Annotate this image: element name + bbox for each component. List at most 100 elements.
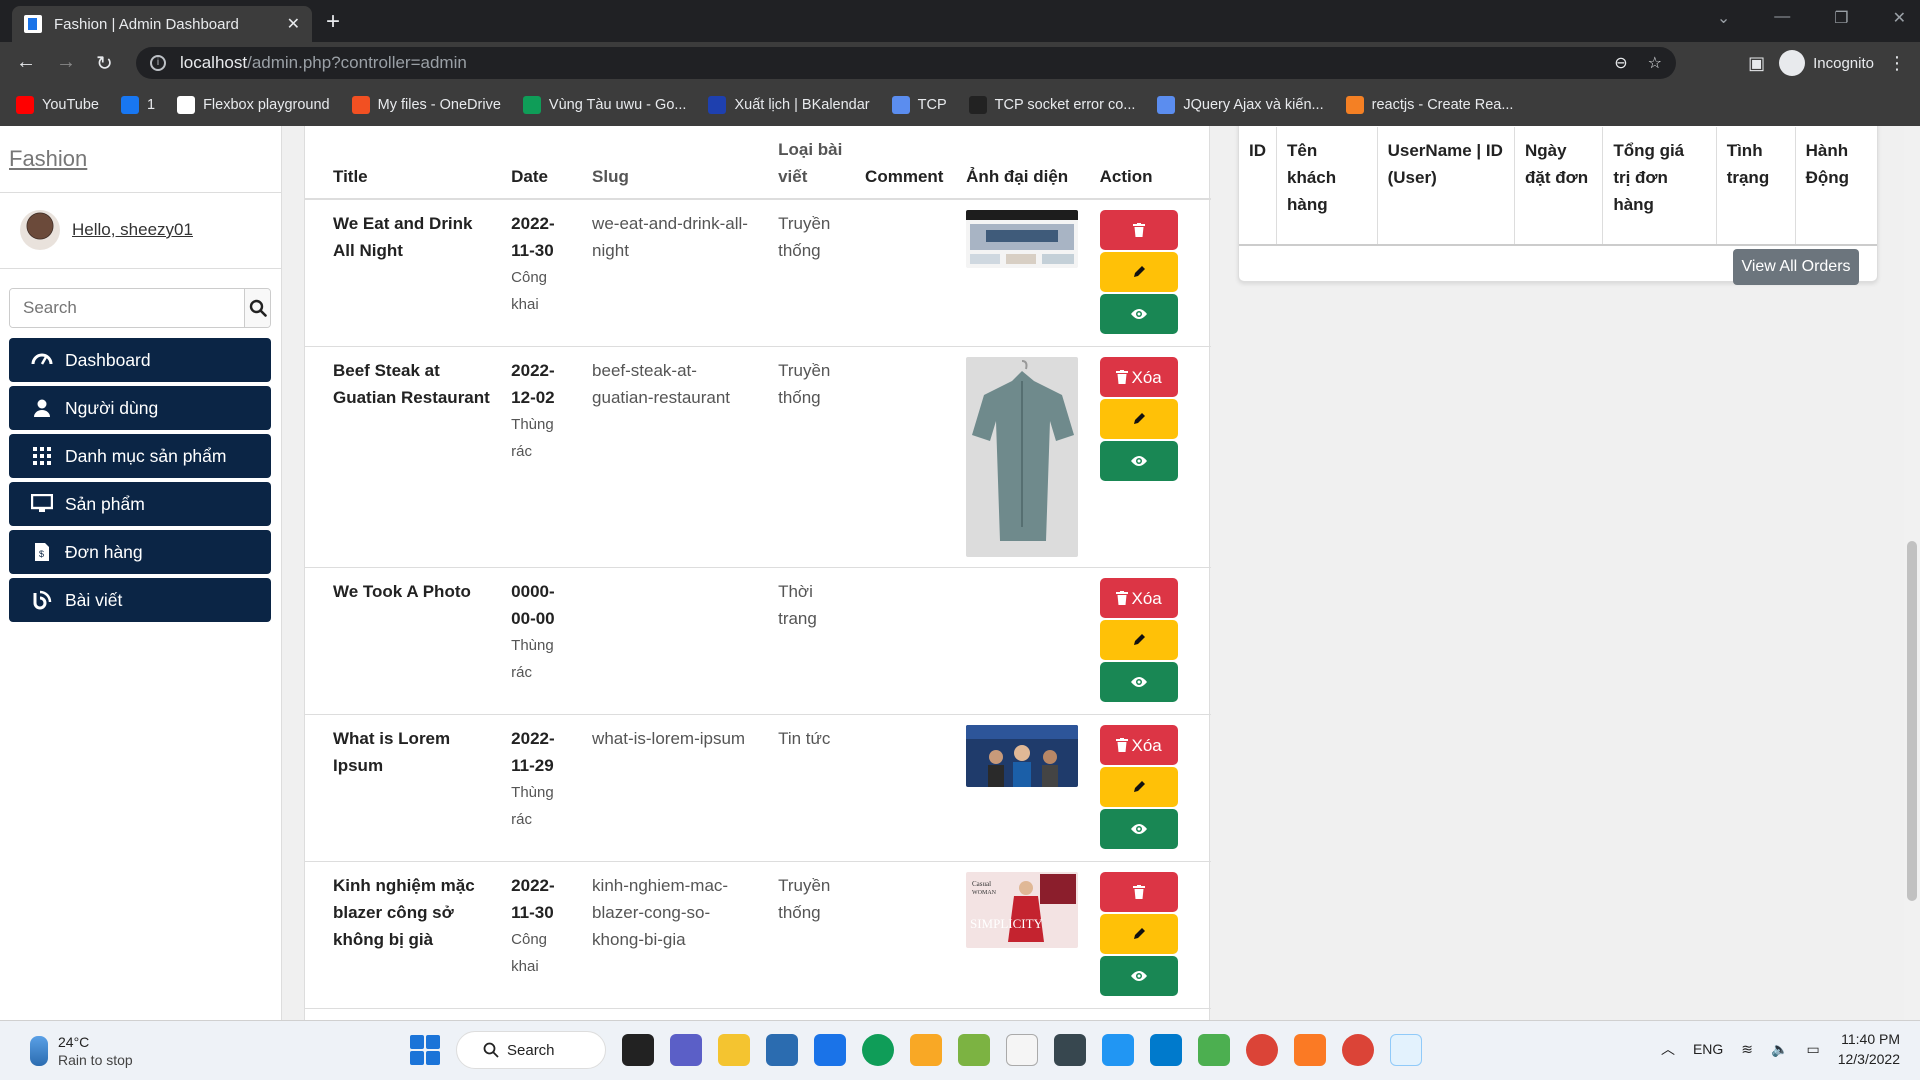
todo-icon[interactable] — [1102, 1034, 1134, 1066]
edge-icon[interactable] — [862, 1034, 894, 1066]
task-view-icon[interactable] — [622, 1034, 654, 1066]
start-icon[interactable] — [410, 1035, 440, 1065]
page-scrollbar[interactable] — [1904, 126, 1920, 1020]
bookmark-item[interactable]: Xuất lịch | BKalendar — [708, 96, 870, 114]
clock[interactable]: 11:40 PM 12/3/2022 — [1838, 1029, 1900, 1069]
monitor-icon — [31, 493, 53, 515]
delete-button[interactable] — [1099, 210, 1178, 250]
pencil-icon — [1133, 413, 1145, 424]
incognito-indicator[interactable]: Incognito — [1779, 50, 1874, 76]
delete-button[interactable]: Xóa — [1099, 578, 1178, 618]
posts-header-row: Title Date Slug Loại bài viết Comment Ản… — [305, 126, 1211, 200]
search-input[interactable] — [10, 289, 244, 327]
orders-header-row: ID Tên khách hàng UserName | ID (User) Ngày… — [1239, 127, 1877, 246]
edit-button[interactable] — [1099, 399, 1178, 439]
edit-button[interactable] — [1099, 620, 1178, 660]
edit-button[interactable] — [1099, 252, 1178, 292]
post-title[interactable]: Kinh nghiệm mặc blazer công sở không bị … — [305, 861, 502, 1009]
trash-icon — [1132, 885, 1145, 899]
volume-icon[interactable]: 🔈 — [1771, 1041, 1788, 1058]
restore-icon[interactable]: ❐ — [1834, 8, 1848, 28]
post-actions: Xóa — [1089, 714, 1211, 862]
view-button[interactable] — [1099, 662, 1178, 702]
bookmark-item[interactable]: Vùng Tàu uwu - Go... — [522, 96, 686, 114]
sidebar-item-san-pham[interactable]: Sản phẩm — [9, 482, 271, 526]
delete-button[interactable]: Xóa — [1099, 357, 1178, 397]
wifi-icon[interactable]: ≋ — [1741, 1041, 1753, 1058]
power-bi-icon[interactable] — [910, 1034, 942, 1066]
post-title[interactable]: Beef Steak at Guatian Restaurant — [305, 346, 502, 568]
bookmark-item[interactable]: reactjs - Create Rea... — [1345, 96, 1513, 114]
edit-button[interactable] — [1099, 914, 1178, 954]
scrollbar-thumb[interactable] — [1907, 541, 1917, 901]
bookmark-item[interactable]: 1 — [120, 96, 155, 114]
browser-menu-icon[interactable]: ⋮ — [1888, 53, 1906, 74]
zoom-icon[interactable]: ⊖ — [1614, 53, 1627, 73]
browser-tab[interactable]: Fashion | Admin Dashboard ✕ — [12, 6, 312, 42]
weather-widget[interactable]: 24°C Rain to stop — [30, 1033, 133, 1069]
flexbox-icon — [177, 96, 196, 114]
reload-icon[interactable]: ↻ — [96, 51, 113, 76]
sidebar-item-label: Danh mục sản phẩm — [65, 445, 227, 466]
taskbar-search[interactable]: Search — [456, 1031, 606, 1069]
post-title[interactable]: We Eat and Drink All Night — [305, 199, 502, 347]
tab-search-icon[interactable]: ⌄ — [1717, 8, 1730, 28]
sidebar-item-don-hang[interactable]: $ Đơn hàng — [9, 530, 271, 574]
edit-button[interactable] — [1099, 767, 1178, 807]
bookmark-item[interactable]: JQuery Ajax và kiến... — [1157, 96, 1324, 114]
bookmark-star-icon[interactable]: ☆ — [1648, 53, 1662, 73]
post-thumbnail — [966, 725, 1079, 787]
vscode-icon[interactable] — [1150, 1034, 1182, 1066]
file-explorer-icon[interactable] — [718, 1034, 750, 1066]
bookmark-item[interactable]: TCP socket error co... — [968, 96, 1135, 114]
site-info-icon[interactable]: i — [150, 55, 166, 71]
xampp-icon[interactable] — [1294, 1034, 1326, 1066]
delete-label: Xóa — [1131, 367, 1162, 387]
bookmark-item[interactable]: Flexbox playground — [177, 96, 330, 114]
invoice-icon: $ — [31, 541, 53, 563]
page-viewport: Fashion Hello, sheezy01 Dashboard Người d… — [0, 126, 1920, 1020]
delete-button[interactable]: Xóa — [1099, 725, 1178, 765]
sidebar-item-nguoi-dung[interactable]: Người dùng — [9, 386, 271, 430]
view-button[interactable] — [1099, 956, 1178, 996]
l-app-icon[interactable] — [814, 1034, 846, 1066]
user-greeting-link[interactable]: Hello, sheezy01 — [72, 220, 193, 240]
chrome-icon[interactable] — [1246, 1034, 1278, 1066]
store-icon[interactable] — [766, 1034, 798, 1066]
view-button[interactable] — [1099, 809, 1178, 849]
minimize-icon[interactable]: — — [1774, 8, 1790, 28]
teams-icon[interactable] — [670, 1034, 702, 1066]
delete-button[interactable] — [1099, 872, 1178, 912]
post-title[interactable]: We Took A Photo — [305, 567, 502, 715]
sidebar-item-bai-viet[interactable]: Bài viết — [9, 578, 271, 622]
view-all-orders-button[interactable]: View All Orders — [1733, 249, 1859, 285]
post-title[interactable]: What is Lorem Ipsum — [305, 714, 502, 862]
snipping-icon[interactable] — [1198, 1034, 1230, 1066]
new-tab-icon[interactable]: + — [326, 8, 340, 36]
bookmark-item[interactable]: YouTube — [16, 96, 99, 114]
bookmark-item[interactable]: TCP — [891, 96, 947, 114]
bookmark-item[interactable]: My files - OneDrive — [351, 96, 501, 114]
eye-icon — [1130, 971, 1147, 981]
search-button[interactable] — [244, 289, 270, 327]
chrome-incognito-icon[interactable] — [1342, 1034, 1374, 1066]
minecraft-icon[interactable] — [958, 1034, 990, 1066]
back-icon[interactable]: ← — [16, 51, 36, 74]
forward-icon[interactable]: → — [56, 51, 76, 74]
snip-tool-icon[interactable] — [1390, 1034, 1422, 1066]
view-button[interactable] — [1099, 294, 1178, 334]
side-panel-icon[interactable]: ▣ — [1748, 53, 1765, 74]
brand-link[interactable]: Fashion — [9, 146, 87, 172]
close-tab-icon[interactable]: ✕ — [287, 14, 300, 34]
language-indicator[interactable]: ENG — [1693, 1041, 1723, 1057]
battery-icon[interactable]: ▭ — [1806, 1041, 1819, 1058]
site-favicon-icon — [24, 15, 42, 33]
close-window-icon[interactable]: ✕ — [1893, 8, 1906, 28]
packet-tracer-icon[interactable] — [1054, 1034, 1086, 1066]
notepad-icon[interactable] — [1006, 1034, 1038, 1066]
view-button[interactable] — [1099, 441, 1178, 481]
address-bar[interactable]: i localhost/admin.php?controller=admin ⊖… — [136, 47, 1676, 79]
sidebar-item-dashboard[interactable]: Dashboard — [9, 338, 271, 382]
chevron-up-icon[interactable]: ︿ — [1661, 1039, 1675, 1059]
sidebar-item-danh-muc-san-pham[interactable]: Danh mục sản phẩm — [9, 434, 271, 478]
